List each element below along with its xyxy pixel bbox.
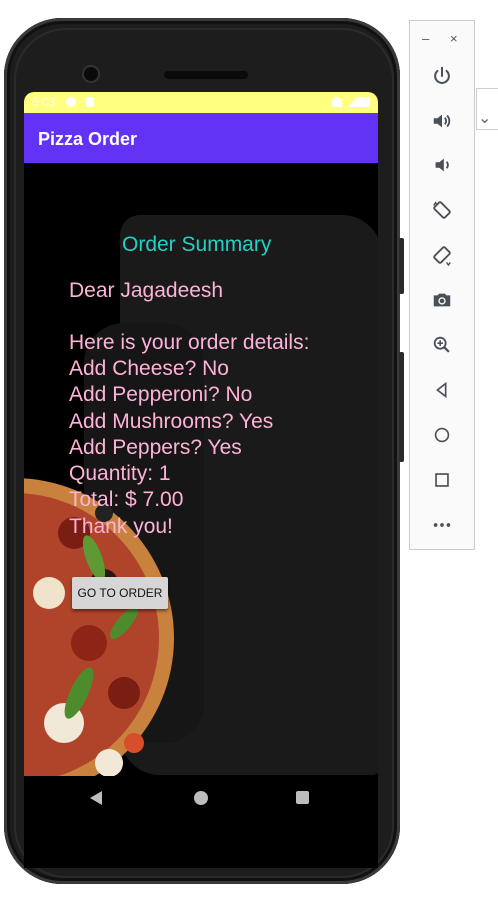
overview-icon[interactable] bbox=[426, 466, 458, 494]
sd-card-icon bbox=[86, 97, 94, 107]
earpiece-speaker bbox=[164, 71, 248, 79]
nav-overview-icon[interactable] bbox=[296, 791, 309, 804]
status-bar: 5:03 bbox=[24, 92, 378, 113]
navigation-bar bbox=[24, 776, 378, 868]
home-icon[interactable] bbox=[426, 421, 458, 449]
minimize-button[interactable]: – bbox=[422, 31, 429, 46]
more-icon[interactable] bbox=[426, 511, 458, 539]
order-summary-heading: Order Summary bbox=[122, 233, 272, 256]
summary-line: Here is your order details: bbox=[69, 331, 310, 354]
phone-screen: 5:03 Pizza Order Order Summary Dear Jaga… bbox=[24, 92, 378, 868]
chevron-down-icon[interactable]: ⌄ bbox=[478, 108, 491, 128]
nav-home-icon[interactable] bbox=[194, 791, 208, 805]
summary-line: Dear Jagadeesh bbox=[69, 279, 224, 302]
zoom-icon[interactable] bbox=[426, 331, 458, 359]
phone-side-button bbox=[399, 238, 404, 294]
camera-icon[interactable] bbox=[426, 286, 458, 314]
volume-up-icon[interactable] bbox=[426, 107, 458, 135]
status-time: 5:03 bbox=[32, 95, 56, 109]
nav-back-icon[interactable] bbox=[90, 791, 102, 805]
app-title: Pizza Order bbox=[38, 129, 138, 149]
order-summary-screen: Order Summary Dear Jagadeesh Here is you… bbox=[24, 163, 378, 776]
volume-down-icon[interactable] bbox=[426, 151, 458, 179]
summary-line: Thank you! bbox=[69, 515, 173, 538]
front-camera bbox=[84, 67, 98, 81]
wifi-icon bbox=[332, 97, 342, 107]
summary-line: Add Pepperoni? No bbox=[69, 383, 253, 406]
summary-line: Quantity: 1 bbox=[69, 462, 171, 485]
summary-line: Add Peppers? Yes bbox=[69, 436, 242, 459]
phone-side-button bbox=[399, 352, 404, 462]
rotate-right-icon[interactable] bbox=[426, 241, 458, 269]
app-bar: Pizza Order bbox=[24, 113, 378, 163]
power-icon[interactable] bbox=[426, 62, 458, 90]
rotate-left-icon[interactable] bbox=[426, 196, 458, 224]
back-icon[interactable] bbox=[426, 376, 458, 404]
emulator-toolbar: – × bbox=[409, 20, 475, 550]
close-button[interactable]: × bbox=[450, 31, 458, 46]
battery-icon bbox=[364, 97, 370, 107]
notification-icon bbox=[66, 97, 76, 107]
go-to-order-button[interactable]: GO TO ORDER bbox=[72, 577, 168, 609]
summary-line: Total: $ 7.00 bbox=[69, 488, 184, 511]
summary-line: Add Cheese? No bbox=[69, 357, 229, 380]
summary-line: Add Mushrooms? Yes bbox=[69, 410, 274, 433]
